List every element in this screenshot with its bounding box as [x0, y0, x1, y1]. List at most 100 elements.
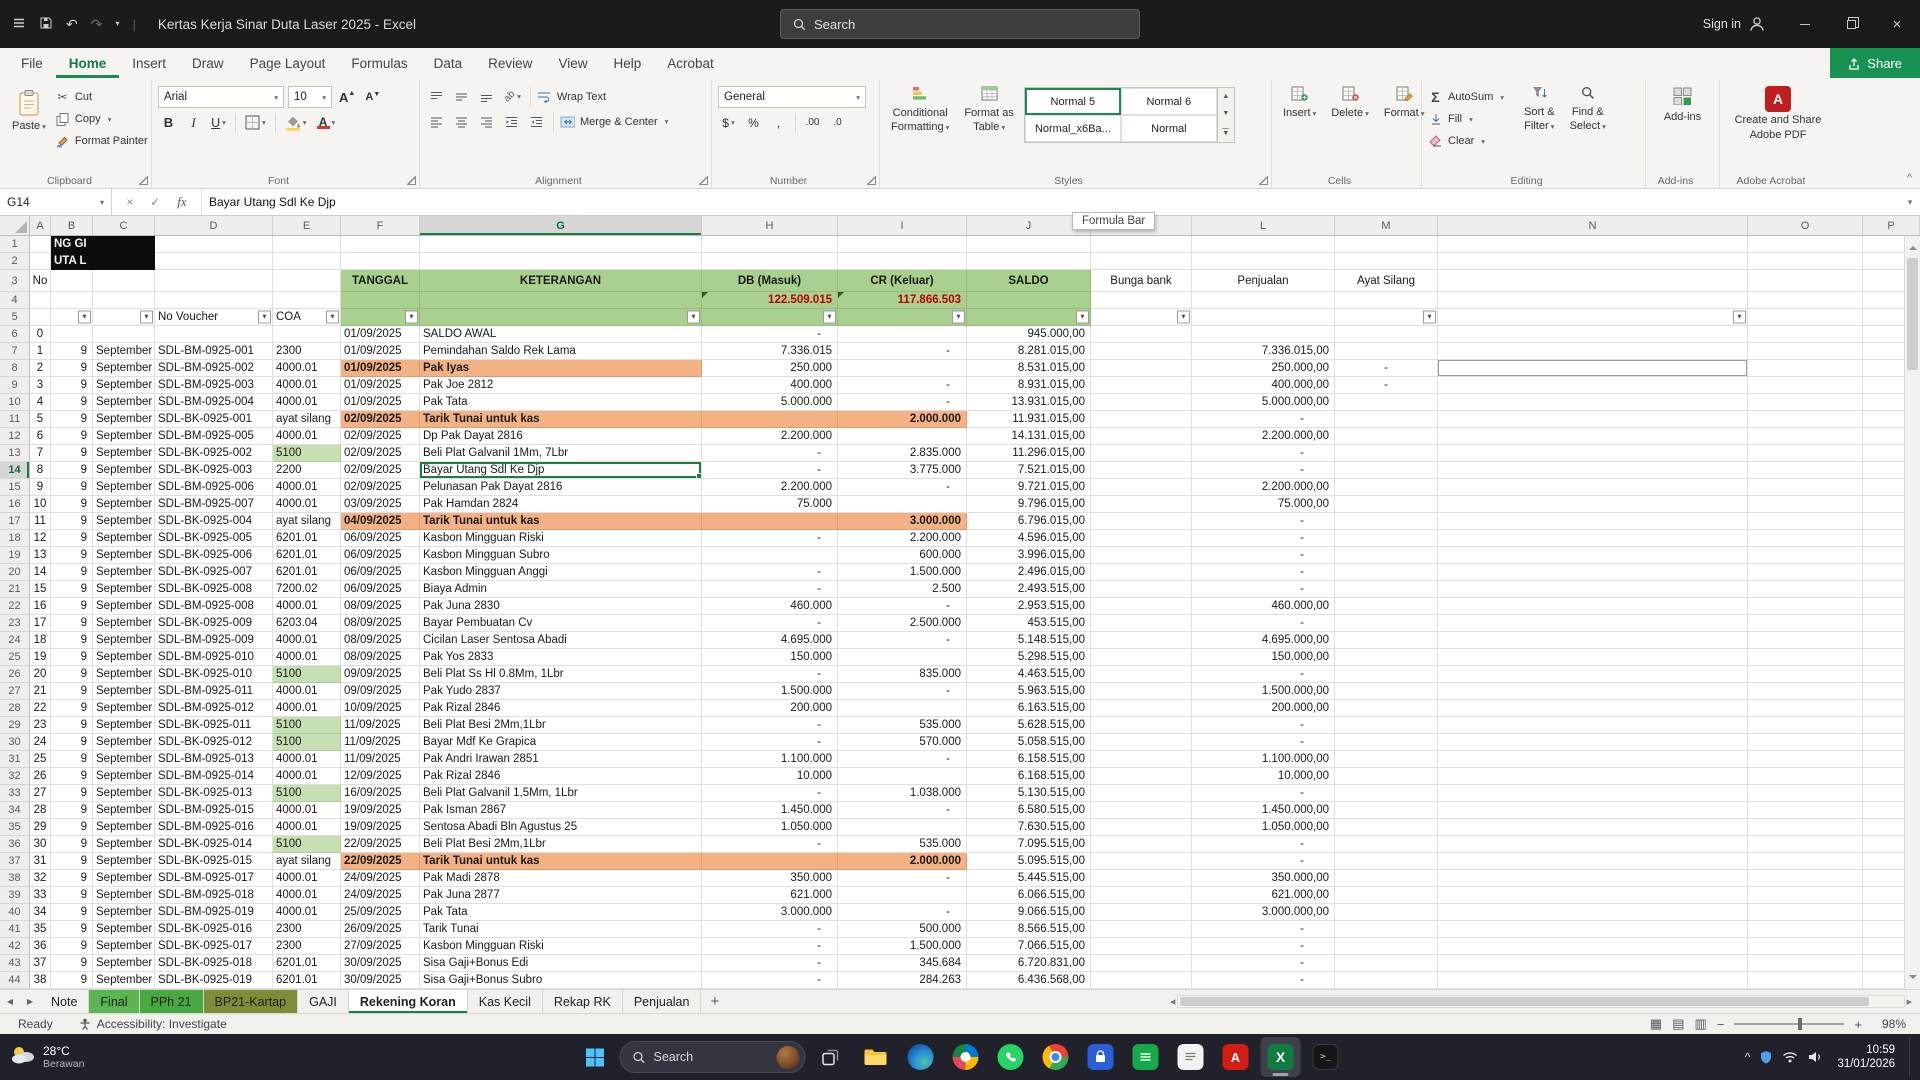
- cell-A2[interactable]: [30, 253, 51, 270]
- cell-F36[interactable]: 22/09/2025: [341, 836, 420, 853]
- row-header-5[interactable]: 5: [0, 309, 30, 326]
- cell-B13[interactable]: 9: [51, 445, 93, 462]
- cell-B5[interactable]: ▼: [51, 309, 93, 326]
- cell-C20[interactable]: September: [93, 564, 155, 581]
- cell-A10[interactable]: 4: [30, 394, 51, 411]
- cell-B41[interactable]: 9: [51, 921, 93, 938]
- row-header-38[interactable]: 38: [0, 870, 30, 887]
- cell-N39[interactable]: [1438, 887, 1748, 904]
- row-header-34[interactable]: 34: [0, 802, 30, 819]
- cell-B3[interactable]: [51, 270, 93, 292]
- row-header-25[interactable]: 25: [0, 649, 30, 666]
- horizontal-scrollbar[interactable]: ◀ ▶: [1170, 993, 1912, 1010]
- cell-D1[interactable]: [155, 236, 273, 253]
- cell-M8[interactable]: -: [1335, 360, 1438, 377]
- cell-J33[interactable]: 5.130.515,00: [967, 785, 1091, 802]
- cell-O13[interactable]: [1748, 445, 1863, 462]
- cell-D21[interactable]: SDL-BK-0925-008: [155, 581, 273, 598]
- column-header-H[interactable]: H: [702, 216, 838, 235]
- cell-J14[interactable]: 7.521.015,00: [967, 462, 1091, 479]
- cell-L5[interactable]: [1192, 309, 1335, 326]
- insert-cells-button[interactable]: Insert▾: [1278, 83, 1321, 172]
- cell-B32[interactable]: 9: [51, 768, 93, 785]
- cell-D28[interactable]: SDL-BM-0925-012: [155, 700, 273, 717]
- cell-D12[interactable]: SDL-BM-0925-005: [155, 428, 273, 445]
- cell-A15[interactable]: 9: [30, 479, 51, 496]
- cell-K14[interactable]: [1091, 462, 1192, 479]
- cell-H24[interactable]: 4.695.000: [702, 632, 838, 649]
- cell-A41[interactable]: 35: [30, 921, 51, 938]
- cell-A31[interactable]: 25: [30, 751, 51, 768]
- cell-D4[interactable]: [155, 292, 273, 309]
- cell-H26[interactable]: -: [702, 666, 838, 683]
- column-header-O[interactable]: O: [1748, 216, 1863, 235]
- cell-C42[interactable]: September: [93, 938, 155, 955]
- cell-O24[interactable]: [1748, 632, 1863, 649]
- cell-A25[interactable]: 19: [30, 649, 51, 666]
- cell-M31[interactable]: [1335, 751, 1438, 768]
- addins-button[interactable]: Add-ins: [1659, 83, 1706, 172]
- cell-L27[interactable]: 1.500.000,00: [1192, 683, 1335, 700]
- cell-C3[interactable]: [93, 270, 155, 292]
- cell-M34[interactable]: [1335, 802, 1438, 819]
- cell-K28[interactable]: [1091, 700, 1192, 717]
- cell-D25[interactable]: SDL-BM-0925-010: [155, 649, 273, 666]
- row-header-28[interactable]: 28: [0, 700, 30, 717]
- clipboard-dialog-launcher-icon[interactable]: [139, 176, 148, 185]
- cell-M13[interactable]: [1335, 445, 1438, 462]
- cell-J11[interactable]: 11.931.015,00: [967, 411, 1091, 428]
- cell-H43[interactable]: -: [702, 955, 838, 972]
- formula-input[interactable]: Bayar Utang Sdl Ke Djp: [202, 189, 1900, 215]
- cell-D22[interactable]: SDL-BM-0925-008: [155, 598, 273, 615]
- cell-M44[interactable]: [1335, 972, 1438, 989]
- cell-H16[interactable]: 75.000: [702, 496, 838, 513]
- cut-button[interactable]: ✂Cut: [55, 87, 148, 107]
- cell-I11[interactable]: 2.000.000: [838, 411, 967, 428]
- cell-A40[interactable]: 34: [30, 904, 51, 921]
- cell-K33[interactable]: [1091, 785, 1192, 802]
- taskbar-search[interactable]: Search: [620, 1041, 806, 1073]
- cell-K8[interactable]: [1091, 360, 1192, 377]
- fill-button[interactable]: Fill▾: [1428, 109, 1514, 129]
- cell-G42[interactable]: Kasbon Mingguan Riski: [420, 938, 702, 955]
- sheet-tab-bp21-kartap[interactable]: BP21-Kartap: [204, 990, 299, 1013]
- merge-center-button[interactable]: Merge & Center▾: [560, 112, 668, 132]
- cell-E7[interactable]: 2300: [273, 343, 341, 360]
- cell-A35[interactable]: 29: [30, 819, 51, 836]
- undo-icon[interactable]: ↶: [66, 17, 78, 31]
- cell-F41[interactable]: 26/09/2025: [341, 921, 420, 938]
- cell-N35[interactable]: [1438, 819, 1748, 836]
- cell-G35[interactable]: Sentosa Abadi Bln Agustus 25: [420, 819, 702, 836]
- cell-F39[interactable]: 24/09/2025: [341, 887, 420, 904]
- cell-O39[interactable]: [1748, 887, 1863, 904]
- cell-G28[interactable]: Pak Rizal 2846: [420, 700, 702, 717]
- row-header-30[interactable]: 30: [0, 734, 30, 751]
- cell-C31[interactable]: September: [93, 751, 155, 768]
- row-header-14[interactable]: 14: [0, 462, 30, 479]
- cell-L35[interactable]: 1.050.000,00: [1192, 819, 1335, 836]
- cell-J13[interactable]: 11.296.015,00: [967, 445, 1091, 462]
- cell-F29[interactable]: 11/09/2025: [341, 717, 420, 734]
- cell-J38[interactable]: 5.445.515,00: [967, 870, 1091, 887]
- row-header-18[interactable]: 18: [0, 530, 30, 547]
- cell-M41[interactable]: [1335, 921, 1438, 938]
- cell-B11[interactable]: 9: [51, 411, 93, 428]
- cell-B14[interactable]: 9: [51, 462, 93, 479]
- cell-E31[interactable]: 4000.01: [273, 751, 341, 768]
- cell-E30[interactable]: 5100: [273, 734, 341, 751]
- terminal-icon[interactable]: >_: [1306, 1037, 1346, 1077]
- fill-handle-icon[interactable]: [696, 473, 701, 478]
- filter-dropdown-icon[interactable]: ▼: [1076, 311, 1089, 324]
- cell-E8[interactable]: 4000.01: [273, 360, 341, 377]
- cell-K22[interactable]: [1091, 598, 1192, 615]
- cell-N21[interactable]: [1438, 581, 1748, 598]
- cell-G30[interactable]: Bayar Mdf Ke Grapica: [420, 734, 702, 751]
- ribbon-tab-home[interactable]: Home: [56, 48, 120, 78]
- cell-J26[interactable]: 4.463.515,00: [967, 666, 1091, 683]
- row-header-12[interactable]: 12: [0, 428, 30, 445]
- customize-qat-icon[interactable]: ▾: [115, 20, 119, 28]
- cell-B17[interactable]: 9: [51, 513, 93, 530]
- cell-H34[interactable]: 1.450.000: [702, 802, 838, 819]
- cell-K16[interactable]: [1091, 496, 1192, 513]
- cell-J31[interactable]: 6.158.515,00: [967, 751, 1091, 768]
